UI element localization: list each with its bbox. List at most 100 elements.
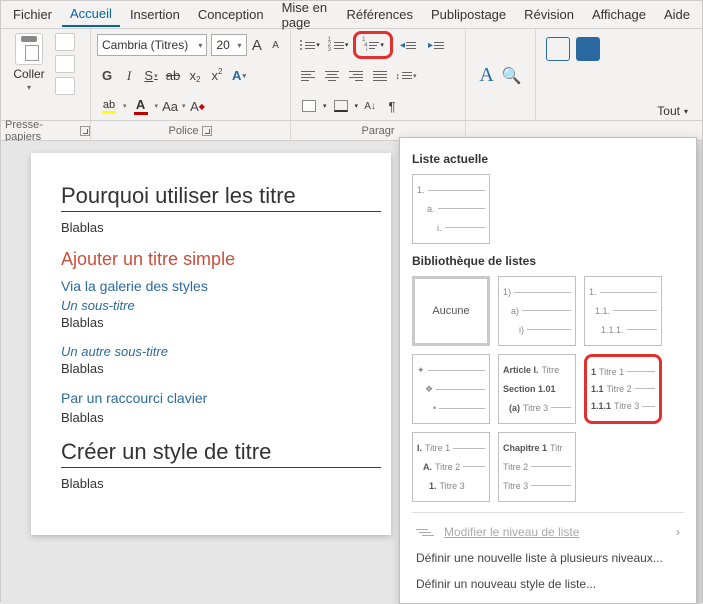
body-text[interactable]: Blablas: [61, 315, 381, 330]
tab-insertion[interactable]: Insertion: [122, 3, 188, 26]
align-center-button[interactable]: [321, 65, 343, 87]
tab-fichier[interactable]: Fichier: [5, 3, 60, 26]
font-name-combo[interactable]: Cambria (Titres) ▾: [97, 34, 207, 56]
dialog-launcher-icon[interactable]: [80, 126, 90, 136]
library-heading: Bibliothèque de listes: [412, 254, 684, 268]
tout-button[interactable]: Tout ▾: [657, 104, 688, 118]
body-text[interactable]: Blablas: [61, 361, 381, 376]
align-justify-button[interactable]: [369, 65, 391, 87]
chevron-down-icon[interactable]: ▾: [323, 95, 327, 117]
font-size-value: 20: [216, 38, 229, 52]
list-library-option[interactable]: I.Titre 1 A.Titre 2 1.Titre 3: [412, 432, 490, 502]
font-size-combo[interactable]: 20 ▾: [211, 34, 246, 56]
font-group: Cambria (Titres) ▾ 20 ▾ A A G I S▾ ab x2…: [91, 29, 291, 120]
paste-label: Coller: [13, 67, 44, 81]
numbering-button[interactable]: 123 ▾: [325, 34, 351, 56]
chevron-down-icon: ▾: [684, 107, 688, 116]
font-label: Police: [91, 121, 291, 140]
change-case-button[interactable]: Aa: [160, 95, 180, 117]
body-text[interactable]: Blablas: [61, 410, 381, 425]
align-left-button[interactable]: [297, 65, 319, 87]
paragraph-group: ▾ 123 ▾ 1ai ▾ ◂ ▸: [291, 29, 466, 120]
dictate-icon[interactable]: [546, 37, 570, 61]
menu-bar: Fichier Accueil Insertion Conception Mis…: [1, 1, 702, 29]
heading-4[interactable]: Un autre sous-titre: [61, 344, 381, 359]
styles-icon[interactable]: A: [479, 64, 493, 87]
font-color-button[interactable]: A: [129, 95, 153, 117]
paste-button[interactable]: Coller ▾: [7, 33, 51, 92]
chevron-down-icon[interactable]: ▾: [182, 95, 186, 117]
chevron-down-icon[interactable]: ▾: [155, 95, 159, 117]
paste-icon: [15, 33, 43, 65]
sort-button[interactable]: A↓: [360, 95, 380, 117]
list-none-option[interactable]: Aucune: [412, 276, 490, 346]
define-list-style-item[interactable]: Définir un nouveau style de liste...: [412, 571, 684, 597]
highlight-button[interactable]: ab: [97, 95, 121, 117]
shading-button[interactable]: [297, 95, 321, 117]
tab-conception[interactable]: Conception: [190, 3, 272, 26]
align-right-button[interactable]: [345, 65, 367, 87]
chevron-down-icon[interactable]: ▾: [355, 95, 359, 117]
bullets-button[interactable]: ▾: [297, 34, 323, 56]
chevron-right-icon: ›: [676, 525, 680, 539]
heading-2[interactable]: Ajouter un titre simple: [61, 249, 381, 270]
body-text[interactable]: Blablas: [61, 220, 381, 235]
chevron-down-icon: ▾: [238, 41, 242, 50]
clear-formatting-button[interactable]: A◆: [188, 95, 208, 117]
chevron-down-icon: ▾: [198, 41, 202, 50]
text-effects-button[interactable]: A▾: [229, 65, 249, 87]
bold-button[interactable]: G: [97, 65, 117, 87]
format-painter-button[interactable]: [55, 77, 75, 95]
tab-revision[interactable]: Révision: [516, 3, 582, 26]
editing-group: Tout ▾: [536, 29, 702, 120]
multilevel-list-dropdown: Liste actuelle 1. a. i. Bibliothèque de …: [399, 137, 697, 604]
modify-level-item: Modifier le niveau de liste ›: [412, 519, 684, 545]
cut-button[interactable]: [55, 33, 75, 51]
tab-references[interactable]: Références: [338, 3, 420, 26]
current-list-preview[interactable]: 1. a. i.: [412, 174, 490, 244]
chevron-down-icon[interactable]: ▾: [123, 95, 127, 117]
subscript-button[interactable]: x2: [185, 65, 205, 87]
copy-button[interactable]: [55, 55, 75, 73]
list-library-option[interactable]: 1) a) i): [498, 276, 576, 346]
styles-group: A 🔍: [466, 29, 536, 120]
list-library-option[interactable]: Chapitre 1Titr Titre 2 Titre 3: [498, 432, 576, 502]
tab-publipostage[interactable]: Publipostage: [423, 3, 514, 26]
multilevel-list-button[interactable]: 1ai ▾: [353, 31, 393, 59]
heading-1[interactable]: Créer un style de titre: [61, 439, 381, 468]
document-page[interactable]: Pourquoi utiliser les titre Blablas Ajou…: [31, 153, 391, 535]
current-list-heading: Liste actuelle: [412, 152, 684, 166]
define-multilevel-item[interactable]: Définir une nouvelle liste à plusieurs n…: [412, 545, 684, 571]
heading-3[interactable]: Par un raccourci clavier: [61, 390, 381, 406]
shrink-font-button[interactable]: A: [267, 34, 284, 56]
editor-icon[interactable]: [576, 37, 600, 61]
line-spacing-button[interactable]: ↕▾: [393, 65, 419, 87]
decrease-indent-button[interactable]: ◂: [395, 34, 421, 56]
dialog-launcher-icon[interactable]: [202, 126, 212, 136]
grow-font-button[interactable]: A: [249, 34, 266, 56]
tab-aide[interactable]: Aide: [656, 3, 698, 26]
italic-button[interactable]: I: [119, 65, 139, 87]
define-list-style-label: Définir un nouveau style de liste...: [416, 577, 596, 591]
heading-3[interactable]: Via la galerie des styles: [61, 278, 381, 294]
clipboard-label: Presse-papiers: [1, 121, 91, 140]
tout-label: Tout: [657, 104, 680, 118]
list-library-option[interactable]: 1. 1.1. 1.1.1.: [584, 276, 662, 346]
heading-4[interactable]: Un sous-titre: [61, 298, 381, 313]
list-library-option[interactable]: Article I.Titre Section 1.01 (a)Titre 3: [498, 354, 576, 424]
find-icon[interactable]: 🔍: [502, 66, 522, 86]
underline-button[interactable]: S▾: [141, 65, 161, 87]
show-marks-button[interactable]: ¶: [382, 95, 402, 117]
strike-button[interactable]: ab: [163, 65, 183, 87]
tab-affichage[interactable]: Affichage: [584, 3, 654, 26]
heading-1[interactable]: Pourquoi utiliser les titre: [61, 183, 381, 212]
increase-indent-button[interactable]: ▸: [423, 34, 449, 56]
superscript-button[interactable]: x2: [207, 65, 227, 87]
modify-level-label: Modifier le niveau de liste: [444, 525, 579, 539]
tab-accueil[interactable]: Accueil: [62, 2, 120, 27]
borders-button[interactable]: [329, 95, 353, 117]
list-library-option[interactable]: ✦ ❖ •: [412, 354, 490, 424]
list-library-option-selected[interactable]: 1Titre 1 1.1Titre 2 1.1.1Titre 3: [584, 354, 662, 424]
body-text[interactable]: Blablas: [61, 476, 381, 491]
font-name-value: Cambria (Titres): [102, 38, 188, 52]
